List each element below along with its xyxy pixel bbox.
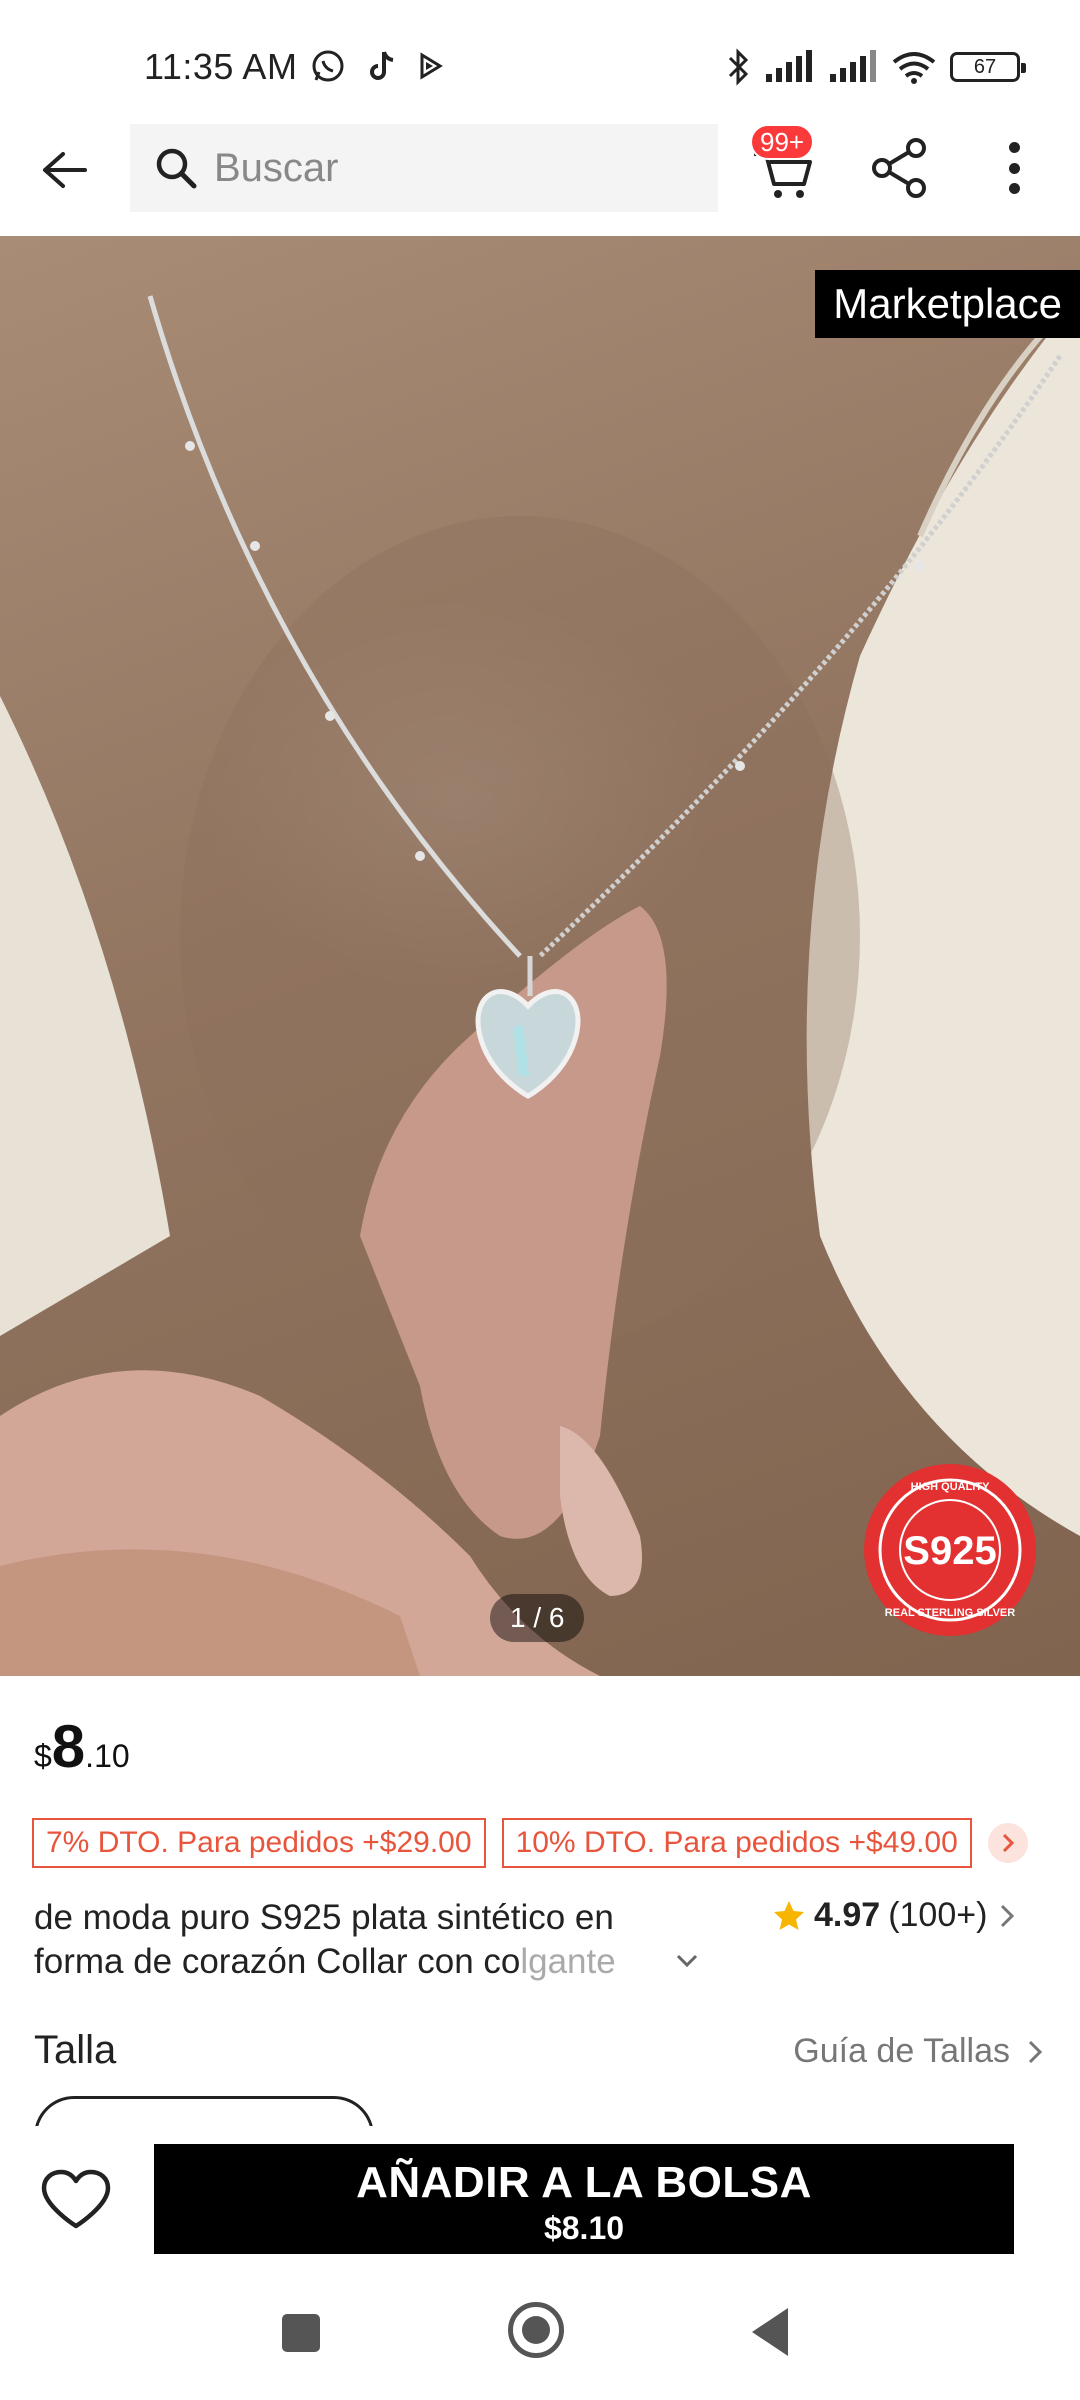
chevron-right-icon <box>1028 2040 1043 2063</box>
status-right-icons: 67 <box>726 48 1026 86</box>
coupon-list: 7% DTO. Para pedidos +$29.00 10% DTO. Pa… <box>32 1818 1028 1868</box>
system-nav-bar <box>0 2278 1080 2400</box>
size-guide-label: Guía de Tallas <box>793 2032 1010 2070</box>
search-box[interactable] <box>130 124 718 212</box>
svg-text:S925: S925 <box>903 1529 996 1573</box>
wifi-icon <box>892 52 936 84</box>
play-icon <box>420 52 443 80</box>
coupon-item[interactable]: 10% DTO. Para pedidos +$49.00 <box>501 1818 972 1868</box>
back-triangle-icon[interactable] <box>752 2308 788 2356</box>
tiktok-icon <box>370 51 394 80</box>
marketplace-tag: Marketplace <box>815 270 1080 338</box>
size-row: Talla Guía de Tallas <box>34 2024 1046 2080</box>
product-title-line: forma de corazón Collar con colgante <box>34 1942 616 1981</box>
chevron-down-icon <box>676 1954 698 1968</box>
title-expand-button[interactable] <box>672 1946 702 1976</box>
price-decimal: .10 <box>85 1738 130 1774</box>
product-title[interactable]: de moda puro S925 plata sintético en for… <box>34 1896 674 1984</box>
arrow-left-icon <box>43 152 87 188</box>
product-photo: S925 HIGH QUALITY REAL STERLING SILVER <box>0 293 1080 1676</box>
signal-icon <box>830 50 876 82</box>
image-counter: 1 / 6 <box>490 1594 585 1642</box>
svg-text:REAL STERLING SILVER: REAL STERLING SILVER <box>885 1607 1015 1619</box>
search-input[interactable] <box>214 145 694 191</box>
star-icon <box>774 1900 804 1930</box>
bluetooth-icon <box>728 48 749 86</box>
top-nav: 99+ <box>0 120 1080 236</box>
home-icon[interactable] <box>508 2302 564 2358</box>
rating-count: (100+) <box>888 1896 988 1934</box>
whatsapp-icon <box>312 50 344 82</box>
dot-icon <box>1008 183 1020 194</box>
svg-text:HIGH QUALITY: HIGH QUALITY <box>911 1481 990 1493</box>
dot-icon <box>1008 162 1020 174</box>
product-title-line: de moda puro S925 plata sintético en <box>34 1898 614 1937</box>
chevron-right-icon <box>1002 1833 1014 1853</box>
battery-icon: 67 <box>950 52 1026 82</box>
share-button[interactable] <box>868 136 932 200</box>
add-to-bag-label: AÑADIR A LA BOLSA <box>356 2157 812 2207</box>
size-label: Talla <box>34 2028 117 2072</box>
coupons-more-button[interactable] <box>987 1823 1028 1863</box>
product-image-gallery[interactable]: S925 HIGH QUALITY REAL STERLING SILVER M… <box>0 236 1080 1676</box>
price-symbol: $ <box>34 1738 52 1774</box>
product-price: $8.10 <box>34 1712 130 1781</box>
dot-icon <box>1008 142 1020 153</box>
product-rating[interactable]: 4.97 (100+) <box>772 1896 1019 1935</box>
signal-icon <box>766 50 812 82</box>
price-integer: 8 <box>51 1713 86 1780</box>
chevron-right-icon <box>1001 1904 1015 1927</box>
recents-icon[interactable] <box>282 2314 320 2352</box>
coupon-item[interactable]: 7% DTO. Para pedidos +$29.00 <box>32 1818 486 1868</box>
back-button[interactable] <box>36 142 92 198</box>
heart-icon <box>41 2169 111 2229</box>
status-left-icons <box>310 48 444 84</box>
status-bar: 11:35 AM 67 <box>0 0 1080 120</box>
more-options-button[interactable] <box>992 136 1036 200</box>
wishlist-button[interactable] <box>36 2160 116 2240</box>
status-time: 11:35 AM <box>144 46 298 87</box>
add-to-bag-button[interactable]: AÑADIR A LA BOLSA $8.10 <box>154 2144 1014 2254</box>
size-guide-link[interactable]: Guía de Tallas <box>793 2032 1046 2071</box>
search-icon <box>156 148 197 189</box>
add-to-bag-price: $8.10 <box>543 2209 625 2246</box>
rating-score: 4.97 <box>814 1896 881 1934</box>
share-icon <box>872 138 926 198</box>
bottom-action-bar: AÑADIR A LA BOLSA $8.10 <box>0 2128 1080 2278</box>
cart-badge: 99+ <box>750 124 815 160</box>
